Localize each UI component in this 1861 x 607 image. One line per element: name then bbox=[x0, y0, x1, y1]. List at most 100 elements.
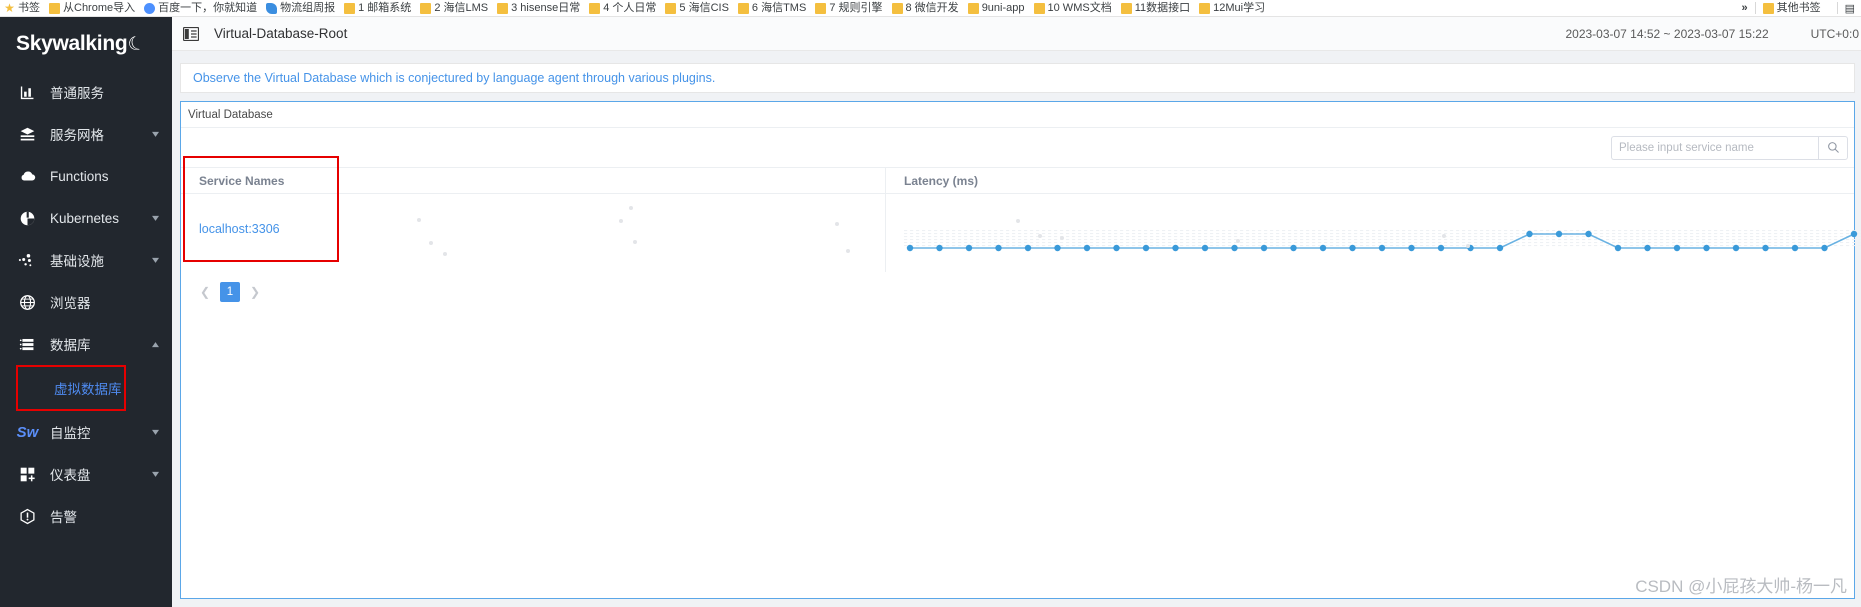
service-name-link[interactable]: localhost:3306 bbox=[199, 222, 280, 236]
decorative-dot bbox=[846, 249, 850, 253]
bookmark-item[interactable]: 12Mui学习 bbox=[1199, 2, 1265, 15]
infrastructure-icon bbox=[18, 251, 37, 270]
sidebar-item-label: 普通服务 bbox=[50, 86, 104, 101]
bookmark-item[interactable]: 3 hisense日常 bbox=[497, 2, 580, 15]
sw-logo-text: Sw bbox=[16, 423, 39, 441]
decorative-dot bbox=[1060, 236, 1064, 240]
bookmark-item[interactable]: 7 规则引擎 bbox=[815, 2, 883, 15]
column-header-latency: Latency (ms) bbox=[886, 168, 1854, 194]
service-names-column: Service Names localhost:3306 bbox=[181, 156, 886, 272]
alarm-icon bbox=[18, 507, 37, 526]
header-right-area: 2023-03-07 14:52 ~ 2023-03-07 15:22 UTC+… bbox=[1565, 27, 1861, 41]
decorative-dot bbox=[429, 241, 433, 245]
bookmark-item[interactable]: 9uni-app bbox=[967, 1, 1025, 15]
bookmark-item[interactable]: 1 邮箱系统 bbox=[344, 2, 411, 15]
sidebar-subitem-virtual-database[interactable]: 虚拟数据库 bbox=[18, 367, 124, 409]
table-row: localhost:3306 bbox=[181, 194, 885, 272]
sidebar-item-self-monitoring[interactable]: Sw 自监控 ▾ bbox=[0, 411, 172, 453]
sidebar-item-general-service[interactable]: 普通服务 bbox=[0, 71, 172, 113]
other-bookmarks-item[interactable]: 其他书签 bbox=[1762, 2, 1821, 15]
latency-column: Latency (ms) bbox=[886, 168, 1861, 272]
bookmark-label: 物流组周报 bbox=[280, 1, 336, 14]
sidebar-item-infrastructure[interactable]: 基础设施 ▾ bbox=[0, 239, 172, 281]
timezone-label[interactable]: UTC+0:0 bbox=[1811, 27, 1859, 41]
divider bbox=[1836, 2, 1838, 14]
chevron-down-icon: ▾ bbox=[151, 254, 160, 266]
folder-icon bbox=[967, 2, 979, 14]
chevron-down-icon: ▾ bbox=[151, 128, 160, 140]
k8s-icon bbox=[18, 209, 37, 228]
bookmark-overflow-button[interactable]: » bbox=[1741, 2, 1747, 14]
panel-tabbar: Virtual Database bbox=[181, 102, 1854, 128]
app-header: Virtual-Database-Root 2023-03-07 14:52 ~… bbox=[172, 17, 1861, 51]
notice-banner: Observe the Virtual Database which is co… bbox=[180, 63, 1855, 93]
reading-list-icon[interactable]: ▤ bbox=[1845, 2, 1855, 15]
sidebar-item-browser[interactable]: 浏览器 bbox=[0, 281, 172, 323]
cloud-icon bbox=[18, 167, 37, 186]
watermark: CSDN @小屁孩大帅-杨一凡 bbox=[1635, 577, 1847, 596]
chevron-up-icon: ▾ bbox=[151, 338, 160, 350]
time-range-picker[interactable]: 2023-03-07 14:52 ~ 2023-03-07 15:22 bbox=[1565, 27, 1768, 41]
sidebar-subitem-label: 虚拟数据库 bbox=[54, 382, 122, 397]
folder-icon bbox=[737, 2, 749, 14]
pagination-page-1[interactable]: 1 bbox=[220, 282, 240, 302]
bookmark-label: 6 海信TMS bbox=[751, 1, 807, 14]
bookmark-label: 从Chrome导入 bbox=[63, 1, 136, 14]
page-content: Observe the Virtual Database which is co… bbox=[172, 51, 1861, 607]
latency-sparkline-chart[interactable] bbox=[900, 208, 1861, 260]
folder-icon bbox=[815, 2, 827, 14]
bookmark-item[interactable]: 2 海信LMS bbox=[420, 2, 488, 15]
latency-cell bbox=[886, 194, 1861, 272]
search-button[interactable] bbox=[1818, 135, 1848, 160]
bookmark-item[interactable]: 11数据接口 bbox=[1120, 2, 1190, 15]
bookmark-item[interactable]: 8 微信开发 bbox=[891, 2, 959, 15]
bookmark-item[interactable]: 物流组周报 bbox=[266, 2, 335, 15]
folder-icon bbox=[1199, 2, 1211, 14]
chevron-down-icon: ▾ bbox=[151, 212, 160, 224]
database-icon bbox=[18, 335, 37, 354]
pagination-prev-button[interactable]: ❮ bbox=[195, 282, 215, 302]
sidebar-item-label: Functions bbox=[50, 168, 109, 184]
page-title: Virtual-Database-Root bbox=[214, 26, 348, 41]
collapse-sidebar-icon[interactable] bbox=[182, 26, 200, 42]
sidebar-item-alarm[interactable]: 告警 bbox=[0, 495, 172, 537]
bookmark-item[interactable]: 从Chrome导入 bbox=[49, 2, 135, 15]
bookmark-item[interactable]: 百度一下，你就知道 bbox=[144, 2, 257, 15]
folder-icon bbox=[497, 2, 509, 14]
pagination: ❮ 1 ❯ bbox=[181, 272, 1854, 302]
virtual-database-panel: Virtual Database Service Names localhost… bbox=[180, 101, 1861, 599]
decorative-dot bbox=[1442, 234, 1446, 238]
pagination-next-button[interactable]: ❯ bbox=[245, 282, 265, 302]
decorative-dot bbox=[629, 206, 633, 210]
sidebar-item-label: 数据库 bbox=[50, 338, 91, 353]
sidebar-item-database[interactable]: 数据库 ▾ bbox=[0, 323, 172, 365]
sidebar-item-functions[interactable]: Functions bbox=[0, 155, 172, 197]
browser-bookmark-bar: ★ 书签 从Chrome导入 百度一下，你就知道 物流组周报 1 邮箱系统 2 … bbox=[0, 0, 1861, 17]
bookmark-label: 9uni-app bbox=[981, 1, 1025, 14]
tab-virtual-database[interactable]: Virtual Database bbox=[188, 109, 273, 121]
search-input[interactable] bbox=[1611, 135, 1818, 160]
bookmark-label: 2 海信LMS bbox=[434, 1, 489, 14]
sidebar-item-label: 仪表盘 bbox=[50, 468, 91, 483]
folder-icon bbox=[665, 2, 677, 14]
baidu-icon bbox=[144, 2, 156, 14]
sidebar-item-kubernetes[interactable]: Kubernetes ▾ bbox=[0, 197, 172, 239]
moon-icon: ☾ bbox=[125, 31, 149, 57]
bookmark-item[interactable]: 5 海信CIS bbox=[665, 2, 729, 15]
bookmark-item[interactable]: 4 个人日常 bbox=[589, 2, 656, 15]
decorative-dot bbox=[619, 219, 623, 223]
bookmark-item[interactable]: 6 海信TMS bbox=[737, 1, 807, 15]
bookmark-label: 3 hisense日常 bbox=[511, 1, 581, 14]
divider bbox=[1754, 2, 1756, 14]
bookmark-item[interactable]: ★ 书签 bbox=[4, 2, 40, 15]
bookmark-label: 书签 bbox=[18, 1, 40, 14]
sidebar-item-dashboard[interactable]: 仪表盘 ▾ bbox=[0, 453, 172, 495]
cloud-icon bbox=[266, 2, 278, 14]
bookmark-item[interactable]: 10 WMS文档 bbox=[1033, 2, 1112, 15]
decorative-dot bbox=[633, 240, 637, 244]
search-group bbox=[1611, 135, 1848, 160]
decorative-dot bbox=[443, 252, 447, 256]
sidebar-item-service-mesh[interactable]: 服务网格 ▾ bbox=[0, 113, 172, 155]
brand-logo[interactable]: Skywalking ☾ bbox=[0, 17, 172, 71]
services-grid: Service Names localhost:3306 Latency (ms… bbox=[181, 156, 1861, 272]
